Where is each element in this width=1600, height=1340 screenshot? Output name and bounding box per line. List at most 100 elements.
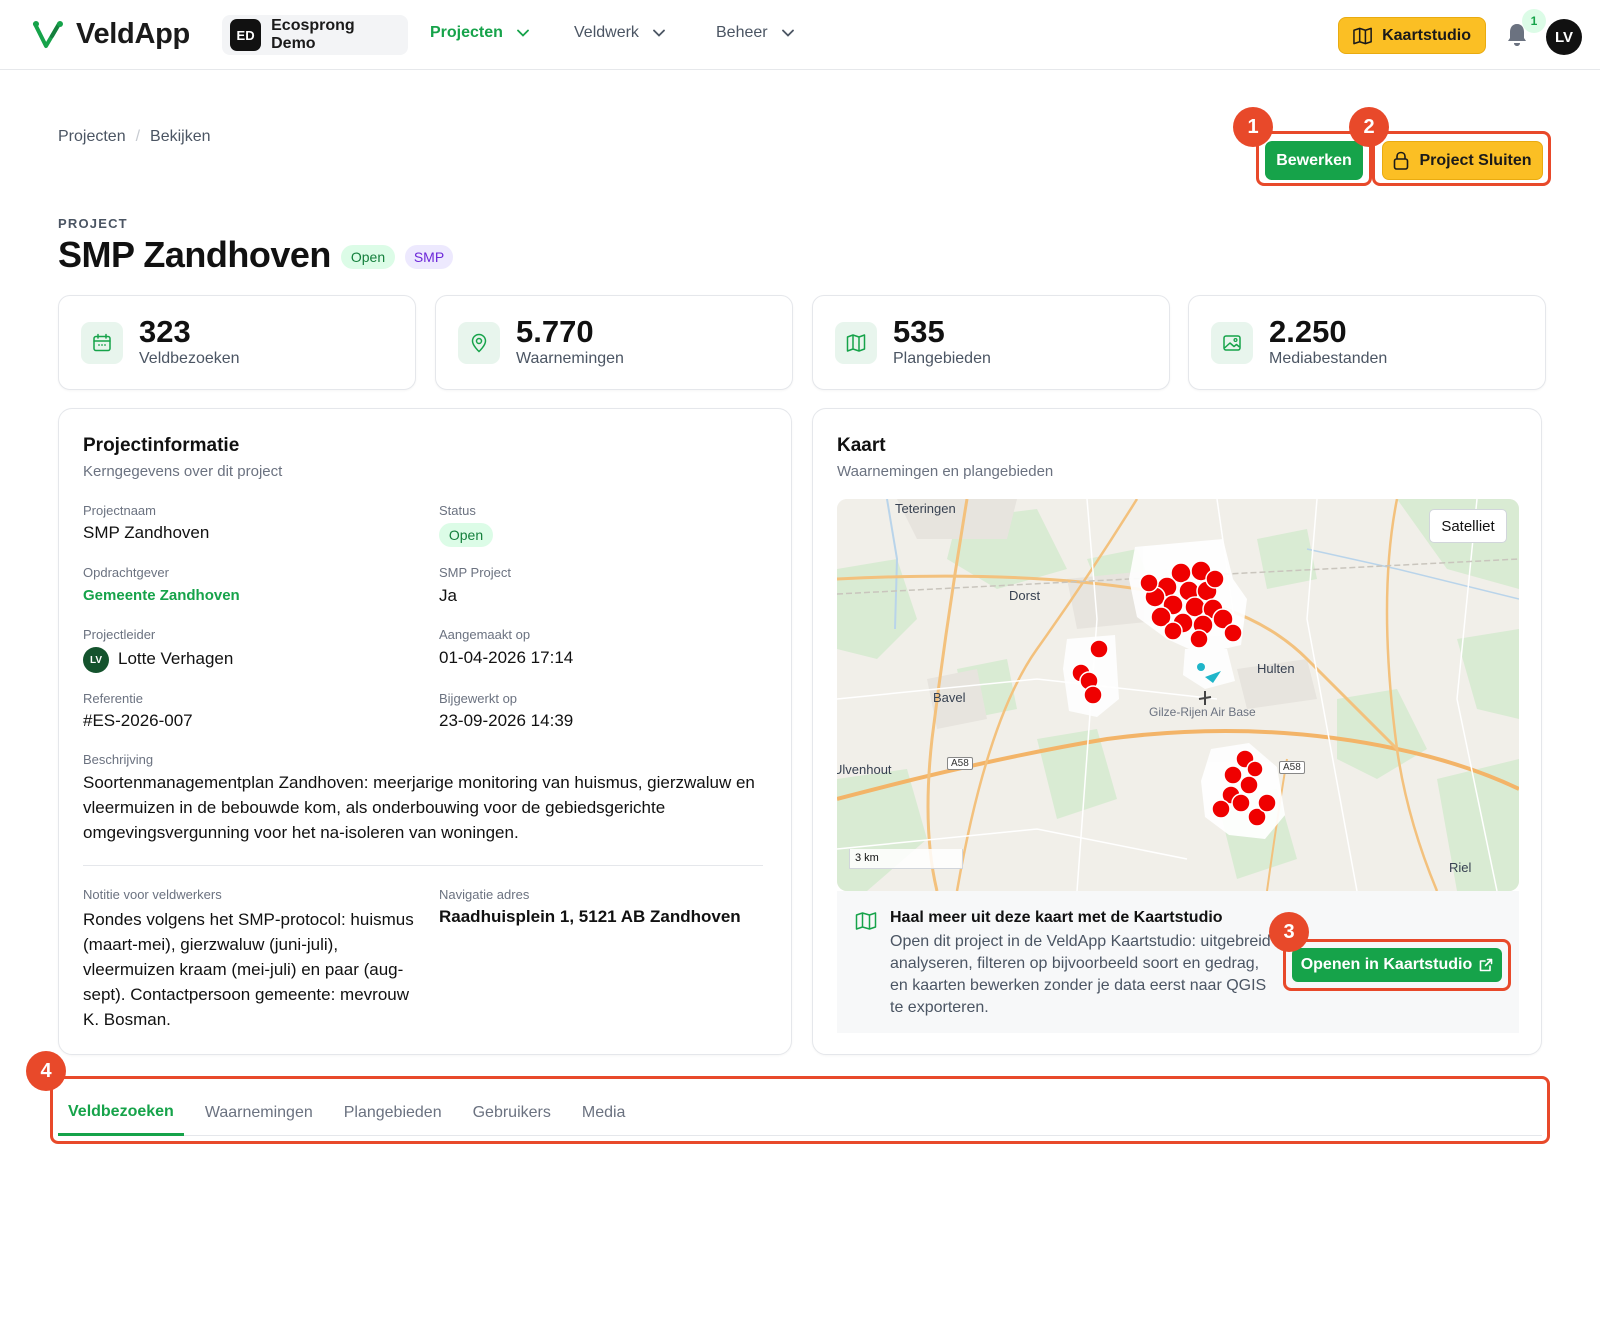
annotation-marker-4: 4 [26,1051,66,1091]
tab-waarnemingen[interactable]: Waarnemingen [195,1090,323,1136]
card-title: Kaart [837,435,886,456]
kaartstudio-label: Kaartstudio [1382,26,1471,44]
tab-plangebieden[interactable]: Plangebieden [334,1090,452,1136]
map-place-label: Gilze-Rijen Air Base [1149,705,1256,719]
navigation-address-value: Raadhuisplein 1, 5121 AB Zandhoven [439,907,741,926]
promo-title: Haal meer uit deze kaart met de Kaartstu… [890,909,1223,926]
map-place-label: Hulten [1257,661,1295,676]
top-navigation-bar: VeldApp ED Ecosprong Demo Projecten Veld… [0,0,1600,70]
annotation-marker-2: 2 [1349,107,1389,147]
org-switcher[interactable]: ED Ecosprong Demo [222,15,408,55]
field-label: Navigatie adres [439,887,530,902]
created-value: 01-04-2026 17:14 [439,648,574,667]
field-label: Aangemaakt op [439,627,531,642]
smp-value: Ja [439,586,457,605]
close-project-label: Project Sluiten [1419,151,1532,169]
stat-label: Veldbezoeken [139,350,240,367]
status-badge: Open [341,245,395,269]
app-logo[interactable]: VeldApp [32,18,190,51]
org-name: Ecosprong Demo [271,17,355,52]
nav-beheer[interactable]: Beheer [716,24,794,42]
notification-count-badge: 1 [1522,9,1546,33]
open-in-kaartstudio-button[interactable]: Openen in Kaartstudio [1292,948,1502,982]
breadcrumb-separator: / [135,128,141,145]
stat-label: Mediabestanden [1269,350,1388,367]
client-link[interactable]: Gemeente Zandhoven [83,587,240,604]
card-title: Projectinformatie [83,435,240,456]
map-place-label: Riel [1449,860,1472,875]
map-icon [855,912,877,930]
map-pin-icon [458,322,500,364]
map-scale: 3 km [849,849,963,869]
tab-media[interactable]: Media [572,1090,636,1136]
image-icon [1211,322,1253,364]
project-lead-value: Lotte Verhagen [118,649,234,668]
nav-veldwerk[interactable]: Veldwerk [574,24,665,42]
road-label: A58 [947,757,973,770]
avatar: LV [83,647,109,673]
stat-card-mediabestanden: 2.250 Mediabestanden [1188,295,1546,390]
chevron-down-icon [653,29,665,37]
field-label: Opdrachtgever [83,565,169,580]
field-label: Projectnaam [83,503,156,518]
kaartstudio-promo: Haal meer uit deze kaart met de Kaartstu… [837,891,1519,1033]
annotation-marker-3: 3 [1269,912,1309,952]
field-label: Bijgewerkt op [439,691,518,706]
stat-value: 2.250 [1269,314,1347,349]
stat-card-plangebieden: 535 Plangebieden [812,295,1170,390]
project-tabs: Veldbezoeken Waarnemingen Plangebieden G… [58,1090,1542,1136]
reference-value: #ES-2026-007 [83,711,193,730]
map-place-label: Teteringen [895,501,956,516]
description-value: Soortenmanagementplan Zandhoven: meerjar… [83,773,755,842]
map-view[interactable]: Teteringen Dorst Hulten Bavel Gilze-Rije… [837,499,1519,891]
app-name: VeldApp [76,18,190,50]
status-badge: Open [439,523,493,547]
promo-text: Open dit project in de VeldApp Kaartstud… [890,933,1271,1016]
calendar-icon [81,322,123,364]
annotation-marker-1: 1 [1233,107,1273,147]
field-label: SMP Project [439,565,512,580]
lock-icon [1394,151,1409,170]
field-label: Referentie [83,691,143,706]
kaartstudio-button[interactable]: Kaartstudio [1338,17,1486,54]
breadcrumb-projecten[interactable]: Projecten [58,128,126,146]
user-avatar[interactable]: LV [1546,19,1582,55]
nav-label: Beheer [716,24,768,41]
close-project-button[interactable]: Project Sluiten [1382,141,1543,180]
page-eyebrow: PROJECT [58,216,128,231]
field-label: Beschrijving [83,752,154,767]
stat-card-waarnemingen: 5.770 Waarnemingen [435,295,793,390]
satellite-toggle-button[interactable]: Satelliet [1429,509,1507,543]
tab-veldbezoeken[interactable]: Veldbezoeken [58,1090,184,1136]
project-info-card: Projectinformatie Kerngegevens over dit … [58,408,792,1055]
tab-gebruikers[interactable]: Gebruikers [463,1090,561,1136]
field-label: Status [439,503,476,518]
road-label: A58 [1279,761,1305,774]
org-initials: ED [230,19,262,51]
nav-label: Projecten [430,24,503,41]
smp-badge: SMP [405,245,453,269]
stat-label: Waarnemingen [516,350,624,367]
field-label: Projectleider [83,627,156,642]
stat-label: Plangebieden [893,350,991,367]
chevron-down-icon [517,29,529,37]
map-place-label: Ulvenhout [837,762,892,777]
nav-projecten[interactable]: Projecten [430,24,529,42]
breadcrumb-bekijken: Bekijken [150,128,211,145]
map-icon [1353,27,1372,44]
breadcrumb: Projecten / Bekijken [58,128,211,146]
updated-value: 23-09-2026 14:39 [439,711,574,730]
stat-value: 323 [139,314,191,349]
external-link-icon [1479,958,1493,972]
nav-label: Veldwerk [574,24,639,41]
page-title: SMP Zandhoven [58,234,331,275]
edit-project-button[interactable]: Bewerken [1265,141,1363,180]
divider [83,865,763,866]
veldapp-logo-icon [33,20,63,48]
chevron-down-icon [781,29,794,37]
card-subtitle: Waarnemingen en plangebieden [837,463,1054,480]
open-kaartstudio-label: Openen in Kaartstudio [1300,956,1473,973]
stat-value: 535 [893,314,945,349]
card-subtitle: Kerngegevens over dit project [83,463,283,480]
fieldworker-note-value: Rondes volgens het SMP-protocol: huismus… [83,910,414,1029]
